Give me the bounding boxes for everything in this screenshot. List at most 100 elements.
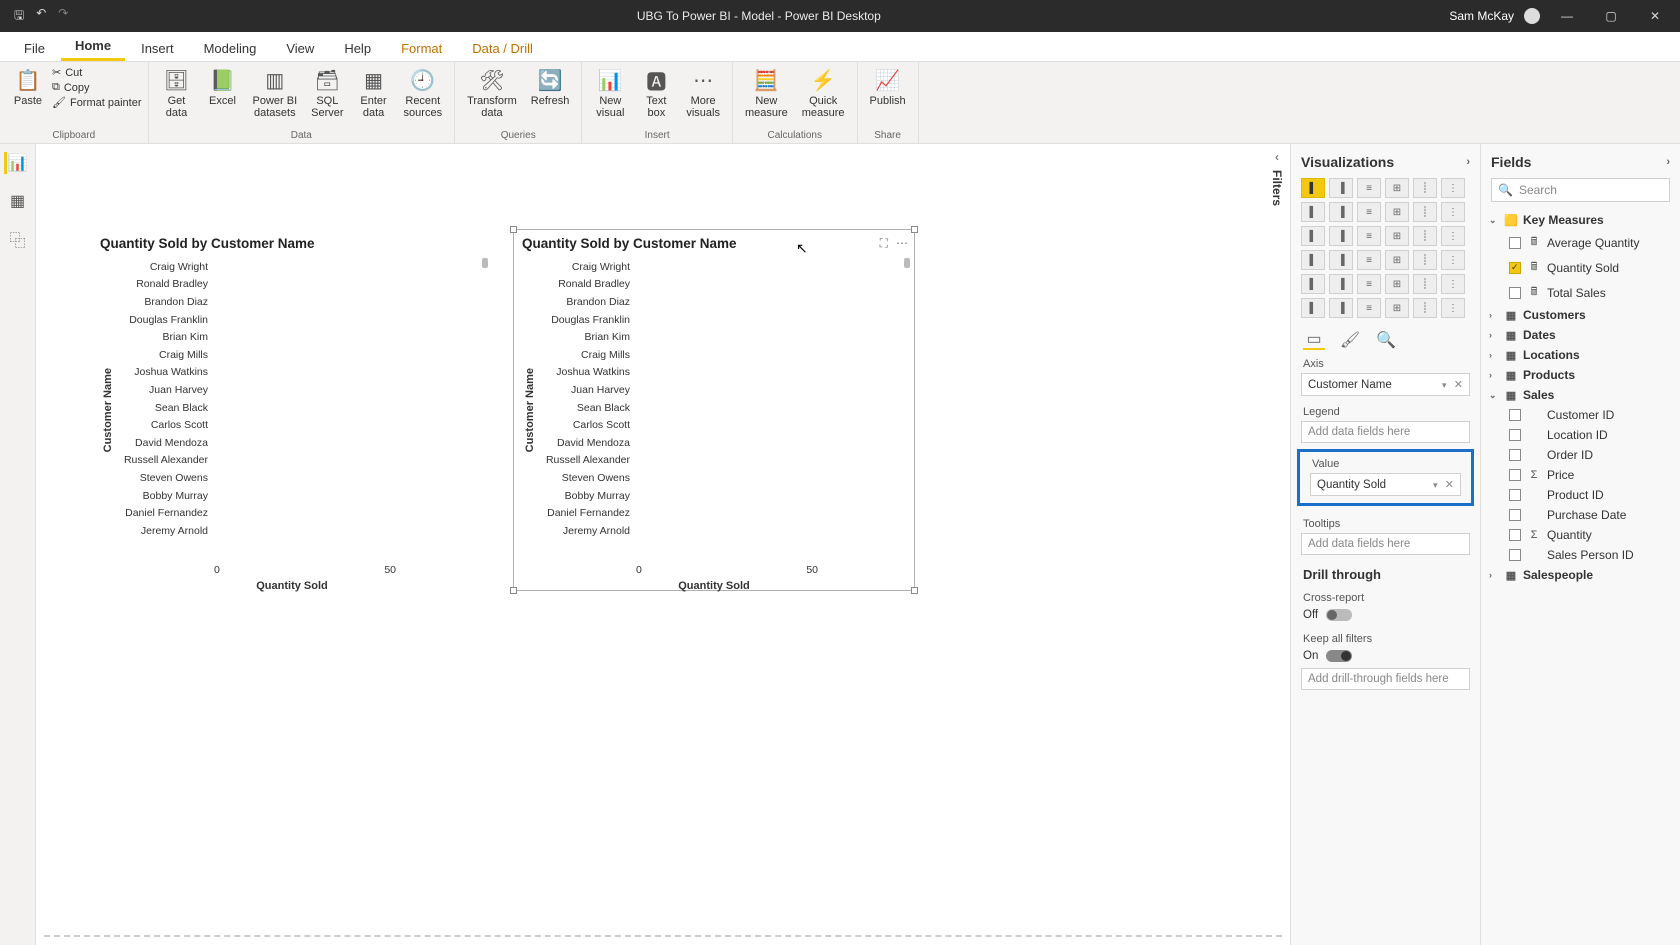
save-icon[interactable]: 🖫 <box>14 6 24 27</box>
visual-type-icon[interactable]: ⋮ <box>1441 298 1465 318</box>
format-tab-icon[interactable]: 🖌 <box>1339 330 1361 350</box>
focus-mode-icon[interactable]: ⛶ <box>880 236 888 251</box>
tab-home[interactable]: Home <box>61 32 125 61</box>
visual-type-icon[interactable]: ⋮ <box>1441 250 1465 270</box>
user-avatar-icon[interactable] <box>1524 8 1540 24</box>
field-checkbox[interactable] <box>1509 429 1521 441</box>
minimize-icon[interactable]: — <box>1550 9 1584 23</box>
table-node[interactable]: ›▦Dates <box>1487 325 1674 345</box>
field-item[interactable]: Product ID <box>1487 485 1674 505</box>
tab-view[interactable]: View <box>272 35 328 61</box>
redo-icon[interactable]: ↷ <box>58 6 68 27</box>
visual-type-icon[interactable]: ⊞ <box>1385 178 1409 198</box>
visual-type-icon[interactable]: ▌ <box>1301 178 1325 198</box>
chevron-down-icon[interactable]: ▾ <box>1433 480 1438 490</box>
table-node[interactable]: ⌄🟨Key Measures <box>1487 210 1674 230</box>
visual-type-icon[interactable]: ≡ <box>1357 298 1381 318</box>
field-item[interactable]: Location ID <box>1487 425 1674 445</box>
visual-type-icon[interactable]: ┊ <box>1413 178 1437 198</box>
tooltips-field-well[interactable]: Add data fields here <box>1301 533 1470 555</box>
visual-type-icon[interactable]: ⋮ <box>1441 202 1465 222</box>
visual-type-icon[interactable]: ⋮ <box>1441 226 1465 246</box>
publish-button[interactable]: 📈Publish <box>864 64 912 109</box>
close-icon[interactable]: ✕ <box>1638 9 1672 23</box>
get-data-button[interactable]: 🗄Get data <box>155 64 199 121</box>
copy-button[interactable]: ⧉Copy <box>52 81 142 94</box>
fields-tab-icon[interactable]: ▭ <box>1303 330 1325 350</box>
visual-type-icon[interactable]: ⊞ <box>1385 202 1409 222</box>
visual-type-icon[interactable]: ┊ <box>1413 274 1437 294</box>
new-measure-button[interactable]: 🧮New measure <box>739 64 794 121</box>
field-checkbox[interactable] <box>1509 529 1521 541</box>
field-item[interactable]: ΣPrice <box>1487 465 1674 485</box>
visual-type-icon[interactable]: ⊞ <box>1385 298 1409 318</box>
visual-type-icon[interactable]: ▐ <box>1329 178 1353 198</box>
tab-file[interactable]: File <box>10 35 59 61</box>
field-checkbox[interactable] <box>1509 237 1521 249</box>
field-checkbox[interactable] <box>1509 449 1521 461</box>
field-item[interactable]: 🖩Total Sales <box>1487 280 1674 305</box>
cross-report-toggle[interactable] <box>1326 609 1352 621</box>
table-node[interactable]: ›▦Salespeople <box>1487 565 1674 585</box>
visual-type-icon[interactable]: ⊞ <box>1385 250 1409 270</box>
fields-search[interactable]: 🔍 Search <box>1491 178 1670 202</box>
chevron-right-icon[interactable]: › <box>1666 156 1670 168</box>
more-options-icon[interactable]: ⋯ <box>896 236 908 251</box>
field-item[interactable]: Order ID <box>1487 445 1674 465</box>
tab-data-drill[interactable]: Data / Drill <box>458 35 547 61</box>
visual-type-icon[interactable]: ▌ <box>1301 226 1325 246</box>
field-item[interactable]: 🖩Quantity Sold <box>1487 255 1674 280</box>
visual-type-icon[interactable]: ┊ <box>1413 226 1437 246</box>
filters-pane-collapsed[interactable]: ‹ Filters <box>1264 144 1290 264</box>
tab-insert[interactable]: Insert <box>127 35 188 61</box>
enter-data-button[interactable]: ▦Enter data <box>352 64 396 121</box>
recent-sources-button[interactable]: 🕘Recent sources <box>398 64 449 121</box>
remove-field-icon[interactable]: ✕ <box>1441 479 1454 491</box>
report-view-icon[interactable]: 📊 <box>4 152 26 174</box>
more-visuals-button[interactable]: ⋯More visuals <box>680 64 726 121</box>
table-node[interactable]: ›▦Customers <box>1487 305 1674 325</box>
field-checkbox[interactable] <box>1509 409 1521 421</box>
tab-help[interactable]: Help <box>330 35 385 61</box>
visual-type-icon[interactable]: ┊ <box>1413 250 1437 270</box>
chart-visual[interactable]: Quantity Sold by Customer Name ⛶⋯ Custom… <box>514 230 914 590</box>
remove-field-icon[interactable]: ✕ <box>1450 379 1463 391</box>
pbi-datasets-button[interactable]: ▥Power BI datasets <box>247 64 304 121</box>
drill-through-well[interactable]: Add drill-through fields here <box>1301 668 1470 690</box>
axis-field-well[interactable]: Customer Name ▾ ✕ <box>1301 373 1470 396</box>
visual-type-icon[interactable]: ▌ <box>1301 298 1325 318</box>
field-item[interactable]: Sales Person ID <box>1487 545 1674 565</box>
transform-data-button[interactable]: 🛠Transform data <box>461 64 523 121</box>
chart-scrollbar[interactable] <box>904 258 910 562</box>
visual-type-icon[interactable]: ⋮ <box>1441 274 1465 294</box>
model-view-icon[interactable]: ⿻ <box>7 228 29 250</box>
cut-button[interactable]: ✂Cut <box>52 66 142 79</box>
field-checkbox[interactable] <box>1509 287 1521 299</box>
visual-type-icon[interactable]: ▐ <box>1329 274 1353 294</box>
legend-field-well[interactable]: Add data fields here <box>1301 421 1470 443</box>
visual-type-icon[interactable]: ▐ <box>1329 202 1353 222</box>
chart-visual[interactable]: Quantity Sold by Customer Name Customer … <box>92 230 492 590</box>
table-node[interactable]: ›▦Products <box>1487 365 1674 385</box>
tab-modeling[interactable]: Modeling <box>190 35 271 61</box>
visual-type-icon[interactable]: ≡ <box>1357 250 1381 270</box>
visual-type-icon[interactable]: ▌ <box>1301 202 1325 222</box>
tab-format[interactable]: Format <box>387 35 456 61</box>
field-checkbox[interactable] <box>1509 549 1521 561</box>
paste-button[interactable]: 📋Paste <box>6 64 50 109</box>
visual-type-icon[interactable]: ≡ <box>1357 226 1381 246</box>
visual-type-icon[interactable]: ▌ <box>1301 250 1325 270</box>
visual-type-icon[interactable]: ≡ <box>1357 178 1381 198</box>
visual-type-icon[interactable]: ⊞ <box>1385 274 1409 294</box>
field-checkbox[interactable] <box>1509 262 1521 274</box>
new-visual-button[interactable]: 📊New visual <box>588 64 632 121</box>
field-checkbox[interactable] <box>1509 469 1521 481</box>
visual-type-icon[interactable]: ┊ <box>1413 298 1437 318</box>
data-view-icon[interactable]: ▦ <box>7 190 29 212</box>
text-box-button[interactable]: 🅰Text box <box>634 64 678 121</box>
visual-type-icon[interactable]: ▌ <box>1301 274 1325 294</box>
visual-type-icon[interactable]: ⊞ <box>1385 226 1409 246</box>
field-item[interactable]: ΣQuantity <box>1487 525 1674 545</box>
table-node[interactable]: ⌄▦Sales <box>1487 385 1674 405</box>
format-painter-button[interactable]: 🖌Format painter <box>52 96 142 109</box>
